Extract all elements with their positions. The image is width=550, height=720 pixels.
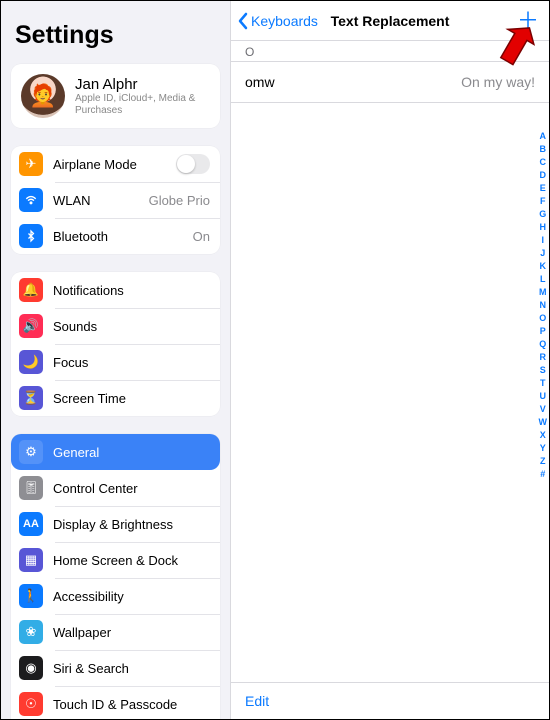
index-S[interactable]: S: [539, 365, 548, 375]
index-F[interactable]: F: [539, 196, 548, 206]
display-row[interactable]: AA Display & Brightness: [11, 506, 220, 542]
navbar: Keyboards Text Replacement ＋: [231, 1, 549, 41]
avatar: 🧑‍🦰: [21, 74, 65, 118]
general-row[interactable]: ⚙︎ General: [11, 434, 220, 470]
wallpaper-row[interactable]: ❀ Wallpaper: [11, 614, 220, 650]
control-center-row[interactable]: 🎚 Control Center: [11, 470, 220, 506]
edit-button[interactable]: Edit: [245, 693, 269, 709]
bluetooth-icon: [19, 224, 43, 248]
index-Q[interactable]: Q: [539, 339, 548, 349]
profile-card[interactable]: 🧑‍🦰 Jan Alphr Apple ID, iCloud+, Media &…: [11, 64, 220, 128]
screentime-row[interactable]: ⏳ Screen Time: [11, 380, 220, 416]
index-U[interactable]: U: [539, 391, 548, 401]
group-network: ✈︎ Airplane Mode WLAN Globe Prio Bluetoo…: [11, 146, 220, 254]
wlan-row[interactable]: WLAN Globe Prio: [11, 182, 220, 218]
index-L[interactable]: L: [539, 274, 548, 284]
alphabet-index[interactable]: ABCDEFGHIJKLMNOPQRSTUVWXYZ #: [539, 131, 548, 479]
sounds-row[interactable]: 🔊 Sounds: [11, 308, 220, 344]
settings-sidebar: Settings 🧑‍🦰 Jan Alphr Apple ID, iCloud+…: [1, 1, 231, 719]
airplane-icon: ✈︎: [19, 152, 43, 176]
siri-icon: ◉: [19, 656, 43, 680]
text-size-icon: AA: [19, 512, 43, 536]
index-G[interactable]: G: [539, 209, 548, 219]
section-header: O: [231, 41, 549, 62]
notifications-row[interactable]: 🔔 Notifications: [11, 272, 220, 308]
fingerprint-icon: ☉: [19, 692, 43, 716]
index-D[interactable]: D: [539, 170, 548, 180]
index-T[interactable]: T: [539, 378, 548, 388]
index-#[interactable]: #: [539, 469, 548, 479]
add-button[interactable]: ＋: [517, 10, 539, 32]
bottom-toolbar: Edit: [231, 682, 549, 719]
replacement-row[interactable]: omw On my way!: [231, 62, 549, 103]
group-activity: 🔔 Notifications 🔊 Sounds 🌙 Focus ⏳ Scree…: [11, 272, 220, 416]
index-I[interactable]: I: [539, 235, 548, 245]
index-X[interactable]: X: [539, 430, 548, 440]
nav-title: Text Replacement: [331, 13, 450, 29]
profile-sub: Apple ID, iCloud+, Media & Purchases: [75, 93, 210, 117]
index-Z[interactable]: Z: [539, 456, 548, 466]
back-button[interactable]: Keyboards: [237, 12, 318, 30]
index-R[interactable]: R: [539, 352, 548, 362]
bell-icon: 🔔: [19, 278, 43, 302]
index-H[interactable]: H: [539, 222, 548, 232]
detail-pane: Keyboards Text Replacement ＋ O omw On my…: [231, 1, 549, 719]
index-E[interactable]: E: [539, 183, 548, 193]
index-W[interactable]: W: [539, 417, 548, 427]
index-C[interactable]: C: [539, 157, 548, 167]
phrase-text: On my way!: [461, 74, 535, 90]
index-J[interactable]: J: [539, 248, 548, 258]
touchid-row[interactable]: ☉ Touch ID & Passcode: [11, 686, 220, 719]
airplane-toggle[interactable]: [176, 154, 210, 174]
homescreen-row[interactable]: ▦ Home Screen & Dock: [11, 542, 220, 578]
shortcut-text: omw: [245, 74, 275, 90]
group-general: ⚙︎ General 🎚 Control Center AA Display &…: [11, 434, 220, 719]
wifi-icon: [19, 188, 43, 212]
index-M[interactable]: M: [539, 287, 548, 297]
flower-icon: ❀: [19, 620, 43, 644]
profile-name: Jan Alphr: [75, 76, 210, 93]
switch-icon: 🎚: [19, 476, 43, 500]
siri-row[interactable]: ◉ Siri & Search: [11, 650, 220, 686]
moon-icon: 🌙: [19, 350, 43, 374]
chevron-left-icon: [237, 12, 249, 30]
index-B[interactable]: B: [539, 144, 548, 154]
index-Y[interactable]: Y: [539, 443, 548, 453]
speaker-icon: 🔊: [19, 314, 43, 338]
index-N[interactable]: N: [539, 300, 548, 310]
focus-row[interactable]: 🌙 Focus: [11, 344, 220, 380]
accessibility-row[interactable]: 🚶 Accessibility: [11, 578, 220, 614]
page-title: Settings: [15, 21, 220, 50]
accessibility-icon: 🚶: [19, 584, 43, 608]
airplane-mode-row[interactable]: ✈︎ Airplane Mode: [11, 146, 220, 182]
gear-icon: ⚙︎: [19, 440, 43, 464]
index-P[interactable]: P: [539, 326, 548, 336]
bluetooth-row[interactable]: Bluetooth On: [11, 218, 220, 254]
index-K[interactable]: K: [539, 261, 548, 271]
index-V[interactable]: V: [539, 404, 548, 414]
grid-icon: ▦: [19, 548, 43, 572]
hourglass-icon: ⏳: [19, 386, 43, 410]
index-A[interactable]: A: [539, 131, 548, 141]
index-O[interactable]: O: [539, 313, 548, 323]
